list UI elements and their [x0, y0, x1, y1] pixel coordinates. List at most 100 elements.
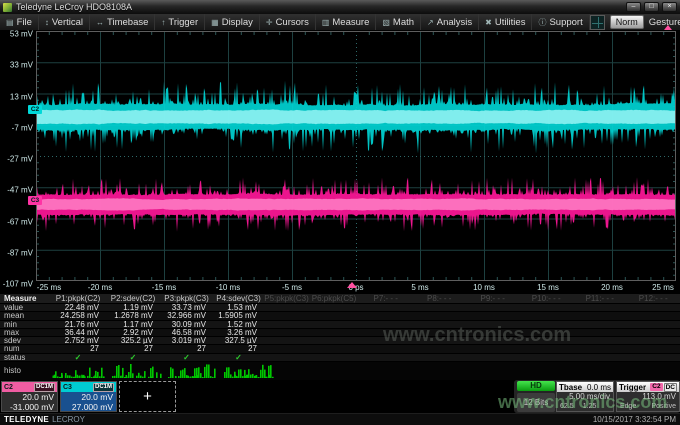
- trigger-mode-norm-button[interactable]: Norm: [610, 15, 644, 29]
- x-axis-label: -5 ms: [282, 283, 302, 292]
- measure-cell: 1.52 mV: [213, 321, 264, 329]
- menu-item-label: Vertical: [52, 17, 83, 28]
- x-axis-label: 20 ms: [601, 283, 623, 292]
- channel-descriptor-c3[interactable]: C3DC1M20.0 mV27.000 mV: [60, 381, 117, 412]
- measure-cell: 3.019 mV: [160, 337, 213, 345]
- measure-column-header[interactable]: P9:- - -: [466, 294, 520, 303]
- channel-settings: 20.0 mV-31.000 mV: [2, 392, 57, 412]
- measure-table: MeasureP1:pkpk(C2)P2:sdev(C2)P3:pkpk(C3)…: [0, 294, 680, 362]
- menu-item-label: Trigger: [168, 17, 198, 28]
- trigger-badges: C2 DC: [650, 383, 677, 392]
- trigger-body: 113.0 mV EdgePositive: [617, 392, 679, 412]
- measure-row-label: mean: [0, 312, 50, 320]
- measure-column-header[interactable]: P6:pkpk(C5): [309, 294, 359, 303]
- brand-teledyne: TELEDYNE: [4, 415, 49, 424]
- channel-vdiv: 20.0 mV: [64, 392, 113, 402]
- measure-cell: 2.752 mV: [50, 337, 106, 345]
- y-axis-label: -27 mV: [0, 155, 33, 164]
- x-axis-label: 5 ms: [411, 283, 428, 292]
- channel-header: C3DC1M: [61, 382, 116, 392]
- measure-row-label: value: [0, 304, 50, 312]
- display-icon: ▦: [211, 18, 219, 27]
- y-axis-label: 53 mV: [0, 30, 33, 39]
- menu-item-file[interactable]: ▤File: [0, 14, 39, 30]
- add-channel-button[interactable]: +: [119, 381, 176, 412]
- y-axis-label: 13 mV: [0, 92, 33, 101]
- menu-item-trigger[interactable]: ↑Trigger: [155, 14, 205, 30]
- close-button[interactable]: ×: [662, 2, 677, 12]
- x-axis-label: 10 ms: [473, 283, 495, 292]
- channel-offset: -31.000 mV: [5, 402, 54, 412]
- measure-cell: 32.966 mV: [160, 312, 213, 320]
- menu-item-support[interactable]: ⓘSupport: [532, 14, 589, 30]
- trigger-descriptor[interactable]: Trigger C2 DC 113.0 mV EdgePositive: [616, 381, 680, 412]
- y-axis-label: -7 mV: [0, 123, 33, 132]
- status-bar: TELEDYNE LECROY 10/15/2017 3:32:54 PM: [0, 413, 680, 425]
- menu-item-cursors[interactable]: ✛Cursors: [260, 14, 316, 30]
- trigger-level: 113.0 mV: [642, 392, 676, 402]
- menu-bar: ▤File↕Vertical↔Timebase↑Trigger▦Display✛…: [0, 14, 680, 31]
- measure-column-header[interactable]: P4:sdev(C3): [213, 294, 264, 303]
- hd-mode-badge[interactable]: HD: [517, 381, 555, 391]
- timebase-body: 5.00 ms/div 62.5 MS1.25 GS/s: [557, 392, 613, 412]
- measure-cell: 1.17 mV: [106, 321, 160, 329]
- measure-row-max: max36.44 mV2.92 mV46.58 mV3.26 mV: [0, 329, 680, 337]
- measure-column-header[interactable]: P5:pkpk(C3): [264, 294, 309, 303]
- menu-item-vertical[interactable]: ↕Vertical: [39, 14, 90, 30]
- menu-item-label: Display: [222, 17, 253, 28]
- oscilloscope-app: Teledyne LeCroy HDO8108A –□× ▤File↕Verti…: [0, 0, 680, 425]
- measure-histogram-row: histo: [0, 362, 680, 380]
- measure-row-status: status✓✓✓✓: [0, 354, 680, 362]
- timebase-samples: 62.5 MS: [560, 402, 583, 412]
- trigger-slope: Positive: [651, 402, 676, 412]
- timebase-delay: 0.0 ms: [587, 383, 611, 392]
- measure-cell: 27: [160, 345, 213, 353]
- menu-item-measure[interactable]: ▥Measure: [316, 14, 377, 30]
- trigger-time-marker[interactable]: [347, 282, 357, 288]
- maximize-button[interactable]: □: [644, 2, 659, 12]
- timebase-descriptor[interactable]: Tbase 0.0 ms 5.00 ms/div 62.5 MS1.25 GS/…: [556, 381, 614, 412]
- measure-cell: 2.92 mV: [106, 329, 160, 337]
- measure-column-header[interactable]: P2:sdev(C2): [106, 294, 160, 303]
- menu-item-math[interactable]: ▧Math: [376, 14, 421, 30]
- channel-marker-c2[interactable]: C2: [28, 105, 42, 114]
- measure-cell: 24.258 mV: [50, 312, 106, 320]
- measure-column-header[interactable]: P10:- - -: [520, 294, 574, 303]
- menu-item-label: Measure: [332, 17, 369, 28]
- vertical-arrows-icon: ↕: [45, 18, 49, 27]
- scope-display-area: 53 mV33 mV13 mV-7 mV-27 mV-47 mV-67 mV-8…: [0, 31, 680, 294]
- measure-row-num: num27272727: [0, 345, 680, 353]
- measure-column-header[interactable]: P3:pkpk(C3): [160, 294, 213, 303]
- waveform-grid[interactable]: [36, 31, 676, 281]
- grid-layout-button[interactable]: [590, 15, 605, 30]
- measure-row-label: sdev: [0, 337, 50, 345]
- menu-item-analysis[interactable]: ↗Analysis: [421, 14, 479, 30]
- cursor-icon: ✛: [266, 18, 273, 27]
- minimize-button[interactable]: –: [626, 2, 641, 12]
- measure-column-header[interactable]: P11:- - -: [573, 294, 627, 303]
- menu-item-label: Timebase: [107, 17, 148, 28]
- measure-cell: 30.09 mV: [160, 321, 213, 329]
- brand-lecroy: LECROY: [52, 415, 85, 424]
- coupling-badge: DC1M: [34, 383, 55, 392]
- menu-item-display[interactable]: ▦Display: [205, 14, 260, 30]
- measure-row-label: status: [0, 354, 50, 362]
- measure-cell: 27: [50, 345, 106, 353]
- trigger-level-marker[interactable]: [664, 25, 672, 30]
- status-check-icon: ✓: [50, 354, 106, 362]
- measure-column-header[interactable]: P1:pkpk(C2): [50, 294, 106, 303]
- menu-item-timebase[interactable]: ↔Timebase: [90, 14, 155, 30]
- window-title: Teledyne LeCroy HDO8108A: [16, 2, 132, 12]
- channel-header: C2DC1M: [2, 382, 57, 392]
- x-axis-label: 15 ms: [537, 283, 559, 292]
- x-axis-label: -20 ms: [88, 283, 112, 292]
- menu-item-utilities[interactable]: ✖Utilities: [479, 14, 532, 30]
- measure-column-header[interactable]: P12:- - -: [627, 294, 680, 303]
- channel-descriptor-c2[interactable]: C2DC1M20.0 mV-31.000 mV: [1, 381, 58, 412]
- menu-item-label: Cursors: [276, 17, 309, 28]
- measure-cell: 33.73 mV: [160, 304, 213, 312]
- measure-row-mean: mean24.258 mV1.2678 mV32.966 mV1.5905 mV: [0, 312, 680, 320]
- measure-column-header[interactable]: P8:- - -: [413, 294, 467, 303]
- channel-marker-c3[interactable]: C3: [28, 196, 42, 205]
- measure-column-header[interactable]: P7:- - -: [359, 294, 413, 303]
